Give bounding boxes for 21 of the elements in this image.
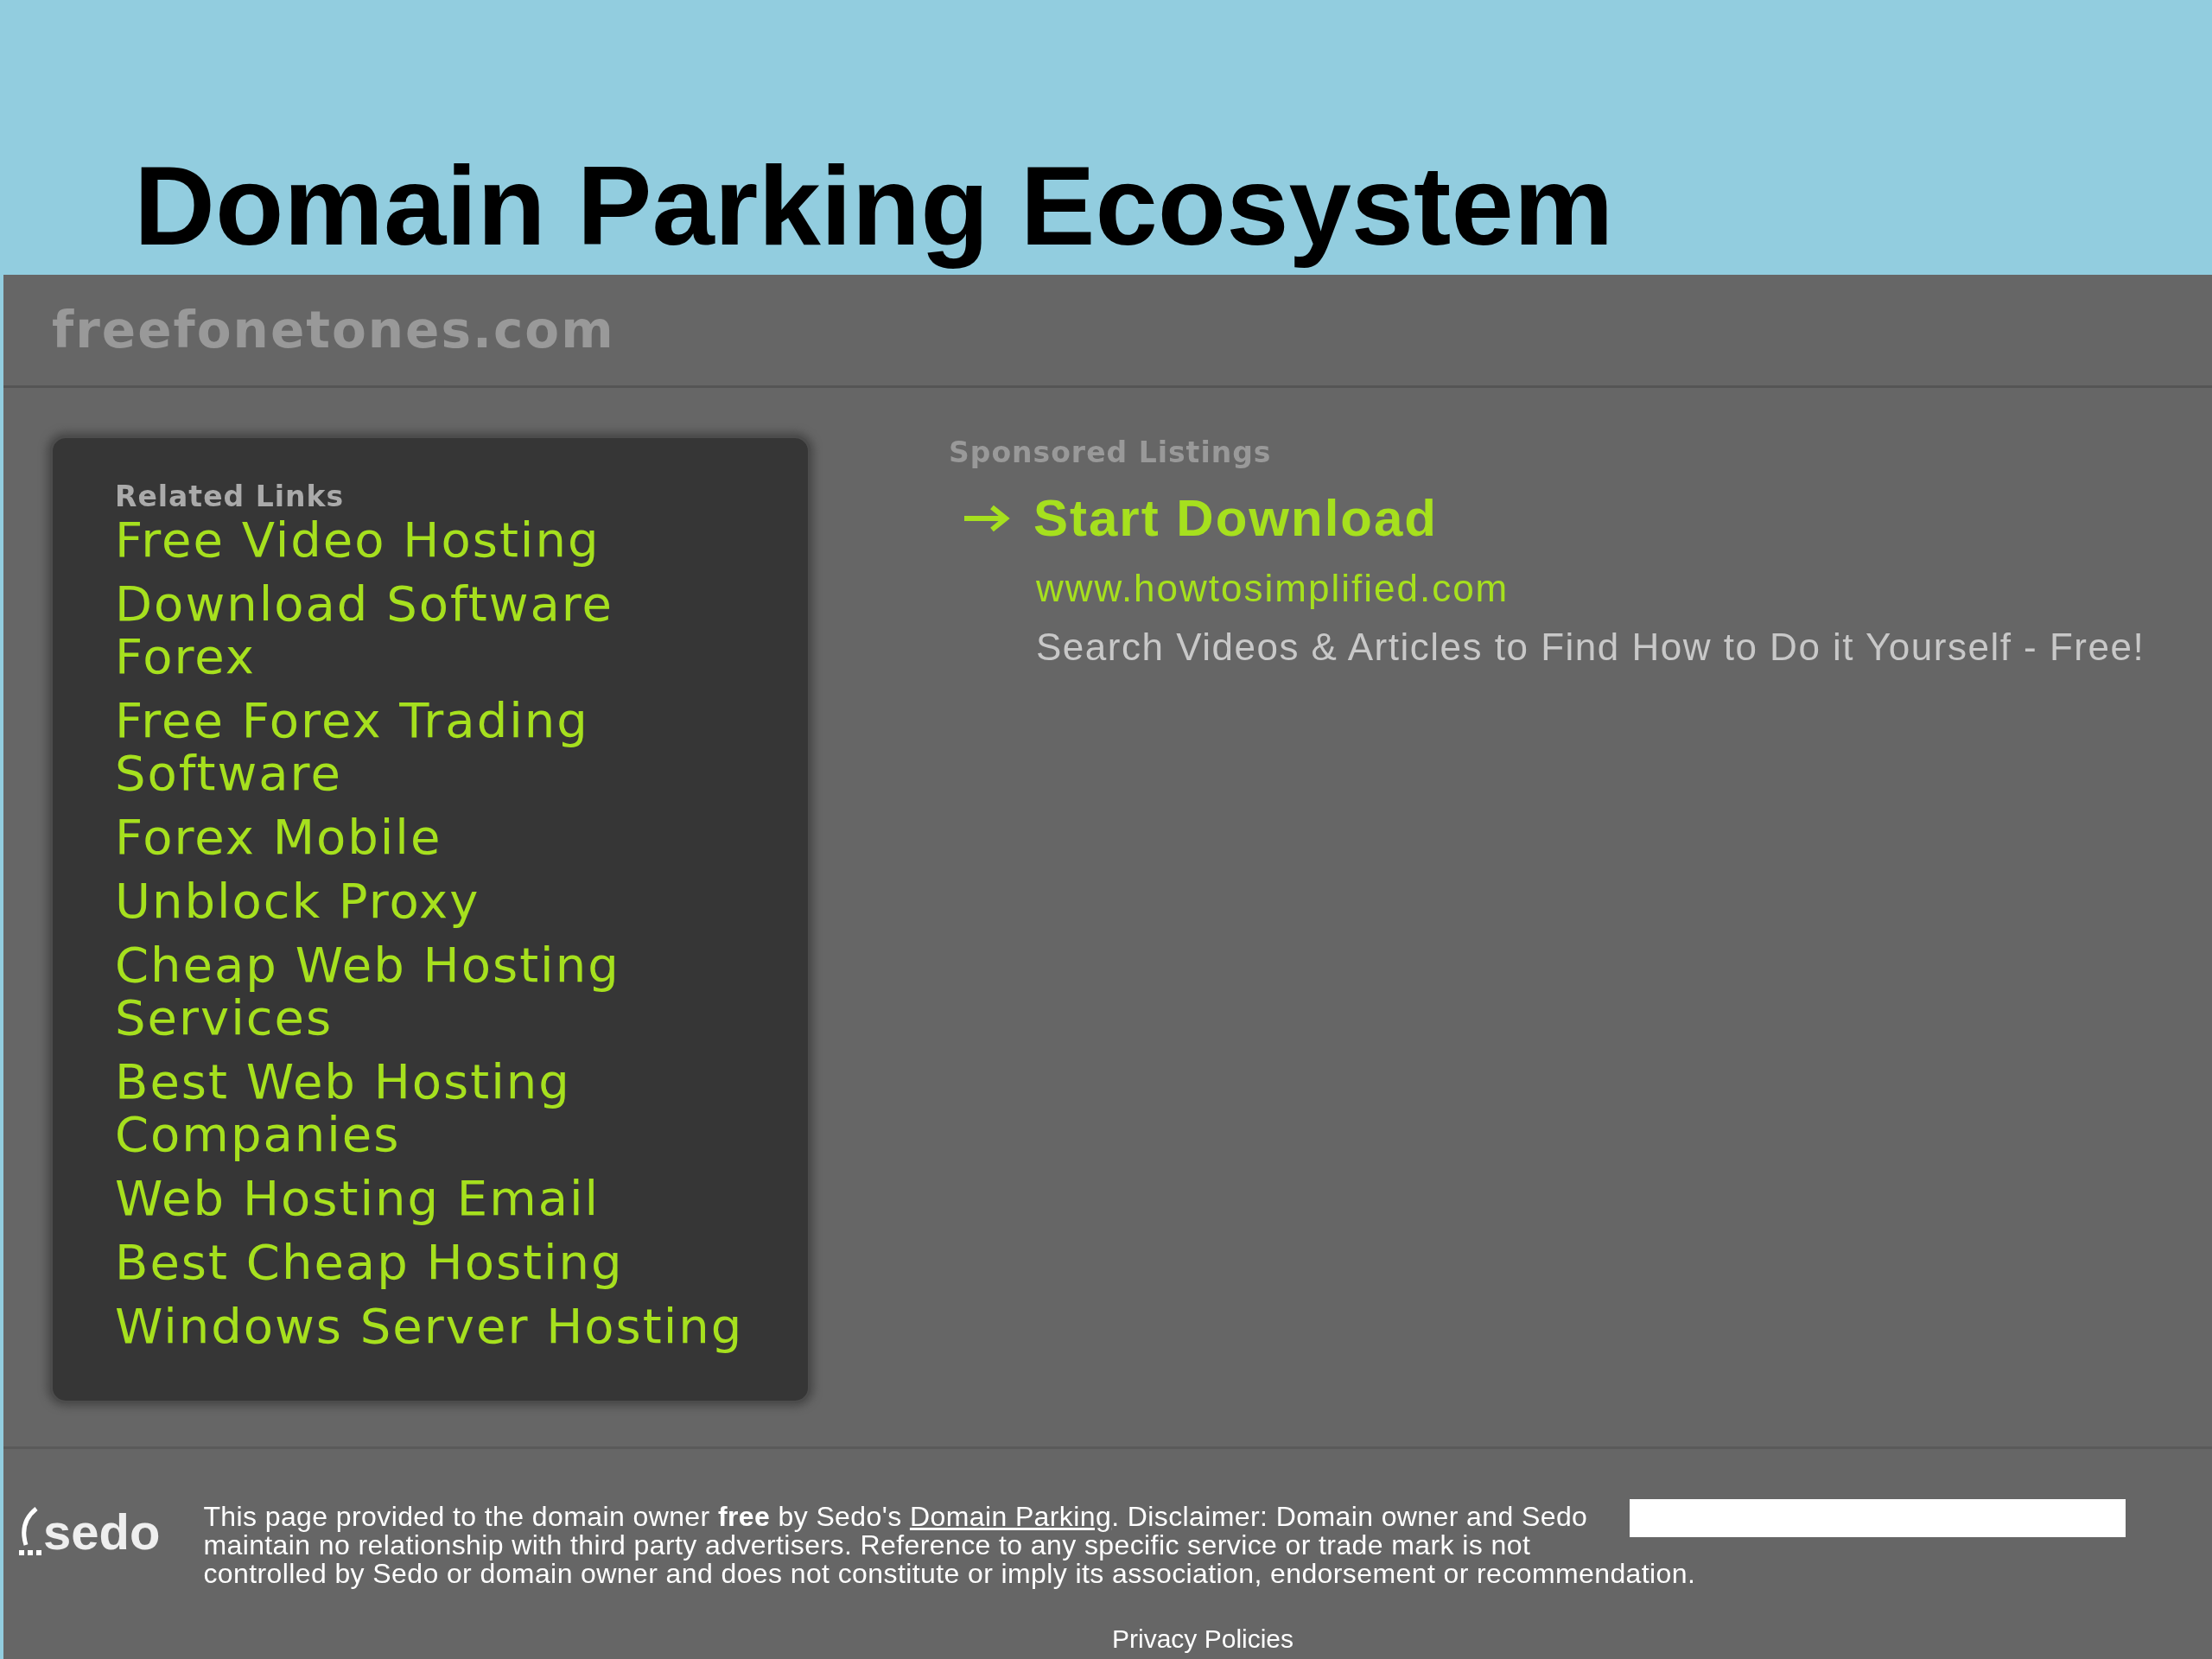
related-link[interactable]: Best Web Hosting Companies [115, 1055, 750, 1160]
slide-title: Domain Parking Ecosystem [134, 142, 1614, 270]
related-link[interactable]: Unblock Proxy [115, 874, 480, 927]
listing-description: Search Videos & Articles to Find How to Do it Yourself - Free! [1036, 626, 2145, 669]
sedo-logo: sedo [43, 1503, 161, 1560]
panel-heading: Related Links [115, 480, 345, 513]
privacy-link[interactable]: Privacy Policies [1112, 1624, 1294, 1654]
domain-parking-link[interactable]: Domain Parking [909, 1501, 1112, 1532]
related-link[interactable]: Web Hosting Email [115, 1172, 601, 1224]
related-link[interactable]: Best Cheap Hosting [115, 1236, 624, 1288]
listing-url-link[interactable]: www.howtosimplified.com [1036, 567, 1510, 610]
related-link[interactable]: Windows Server Hosting [115, 1300, 744, 1352]
related-link[interactable]: Download Software Forex [115, 577, 750, 683]
related-link[interactable]: Free Video Hosting [115, 513, 601, 566]
arrow-icon [963, 503, 1011, 533]
listing-title-link[interactable]: Start Download [1033, 488, 1438, 548]
related-link[interactable]: Free Forex Trading Software [115, 694, 750, 799]
search-field[interactable] [1630, 1499, 2126, 1537]
disclaimer-text: This page provided to the domain owner free by Sedo's Domain Parking. Disclaimer: Domain owner and Sedo maintain no relationship with third party advertisers. Reference to any specific service or trade mark is not controlled by Sedo or domain owner and does not constitute or imply its association, endorsement or recommendation. [203, 1503, 2126, 1588]
related-link[interactable]: Cheap Web Hosting Services [115, 938, 750, 1044]
related-link[interactable]: Forex Mobile [115, 810, 442, 863]
